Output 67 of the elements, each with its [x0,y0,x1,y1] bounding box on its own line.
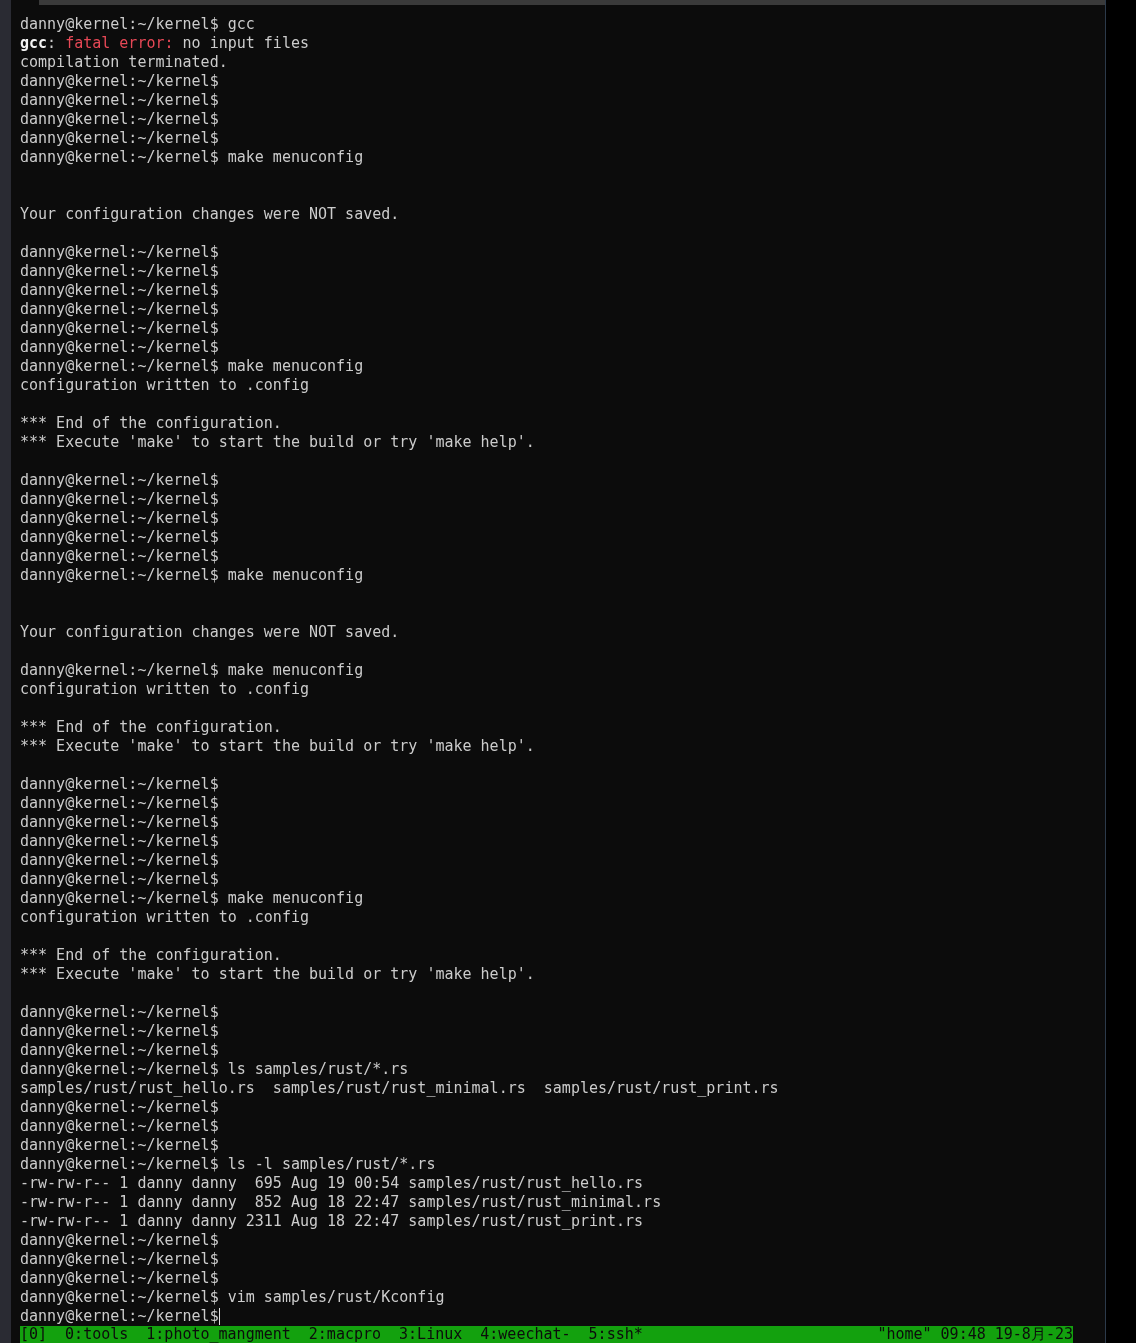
terminal-line: *** End of the configuration. [20,946,282,965]
terminal-line: danny@kernel:~/kernel$ [20,319,219,338]
window-tab[interactable]: 5:ssh* [588,1326,643,1343]
window-tab[interactable]: 2:macpro [308,1326,382,1343]
terminal-line: danny@kernel:~/kernel$ ls samples/rust/*.rs [20,1060,409,1079]
terminal-line: danny@kernel:~/kernel$ [20,813,219,832]
session-label: [0] [20,1326,48,1343]
terminal-line: *** Execute 'make' to start the build or try 'make help'. [20,965,535,984]
terminal-line: danny@kernel:~/kernel$ [20,1269,219,1288]
window-tab[interactable]: 0:tools [65,1326,129,1343]
terminal-line: danny@kernel:~/kernel$ [20,794,219,813]
terminal-line: danny@kernel:~/kernel$ [20,1041,219,1060]
terminal-line: danny@kernel:~/kernel$ [20,338,219,357]
terminal-line: *** Execute 'make' to start the build or try 'make help'. [20,433,535,452]
terminal-line: danny@kernel:~/kernel$ [20,509,219,528]
terminal-line: -rw-rw-r-- 1 danny danny 852 Aug 18 22:47 samples/rust/rust_minimal.rs [20,1193,662,1212]
terminal-line: danny@kernel:~/kernel$ [20,490,219,509]
terminal-line: danny@kernel:~/kernel$ gcc [20,15,255,34]
terminal-line: danny@kernel:~/kernel$ [20,1136,219,1155]
status-info: "home" 09:48 19-8月-23 [877,1326,1073,1343]
terminal-line: *** End of the configuration. [20,718,282,737]
terminal-line: danny@kernel:~/kernel$ [20,72,219,91]
terminal-line: Your configuration changes were NOT saved. [20,205,400,224]
terminal-line: configuration written to .config [20,680,309,699]
terminal-line: danny@kernel:~/kernel$ [20,91,219,110]
text-cursor [218,1308,220,1325]
terminal-line: *** Execute 'make' to start the build or try 'make help'. [20,737,535,756]
terminal-line: danny@kernel:~/kernel$ [20,281,219,300]
terminal-line: danny@kernel:~/kernel$ [20,775,219,794]
terminal-line: danny@kernel:~/kernel$ [20,262,219,281]
terminal-line: danny@kernel:~/kernel$ [20,870,219,889]
terminal-line: danny@kernel:~/kernel$ vim samples/rust/Kconfig [20,1288,445,1307]
terminal-line: compilation terminated. [20,53,228,72]
terminal-line: configuration written to .config [20,908,309,927]
terminal-line: danny@kernel:~/kernel$ [20,1250,219,1269]
terminal-line: danny@kernel:~/kernel$ [20,110,219,129]
terminal-line: -rw-rw-r-- 1 danny danny 695 Aug 19 00:54 samples/rust/rust_hello.rs [20,1174,644,1193]
terminal-line: danny@kernel:~/kernel$ [20,1117,219,1136]
terminal-line: danny@kernel:~/kernel$ [20,129,219,148]
terminal-line: danny@kernel:~/kernel$ ls -l samples/rust/*.rs [20,1155,436,1174]
window-tab[interactable]: 1:photo_mangment [146,1326,291,1343]
terminal-line: danny@kernel:~/kernel$ [20,851,219,870]
window-tab[interactable]: 3:Linux [399,1326,463,1343]
terminal-line: -rw-rw-r-- 1 danny danny 2311 Aug 18 22:47 samples/rust/rust_print.rs [20,1212,644,1231]
scrollbar[interactable] [0,0,11,1343]
terminal-line: danny@kernel:~/kernel$ [20,1022,219,1041]
terminal-line: danny@kernel:~/kernel$ [20,1307,219,1326]
terminal-line: danny@kernel:~/kernel$ [20,1003,219,1022]
terminal-line: danny@kernel:~/kernel$ [20,300,219,319]
terminal-line: danny@kernel:~/kernel$ make menuconfig [20,566,364,585]
terminal-line: danny@kernel:~/kernel$ make menuconfig [20,357,364,376]
terminal-line: danny@kernel:~/kernel$ make menuconfig [20,148,364,167]
terminal-line: *** End of the configuration. [20,414,282,433]
terminal-line: danny@kernel:~/kernel$ make menuconfig [20,661,364,680]
terminal-line: danny@kernel:~/kernel$ [20,528,219,547]
terminal-line: samples/rust/rust_hello.rs samples/rust/rust_minimal.rs samples/rust/rust_print.rs [20,1079,779,1098]
terminal-line: danny@kernel:~/kernel$ [20,1231,219,1250]
terminal-line: danny@kernel:~/kernel$ make menuconfig [20,889,364,908]
error-line: gcc: fatal error: no input files [20,34,309,53]
terminal-line: danny@kernel:~/kernel$ [20,832,219,851]
terminal-line: danny@kernel:~/kernel$ [20,547,219,566]
terminal-line: danny@kernel:~/kernel$ [20,243,219,262]
window-tab[interactable]: 4:weechat- [480,1326,571,1343]
terminal-line: configuration written to .config [20,376,309,395]
terminal-line: danny@kernel:~/kernel$ [20,471,219,490]
terminal-line: Your configuration changes were NOT saved. [20,623,400,642]
terminal-line: danny@kernel:~/kernel$ [20,1098,219,1117]
